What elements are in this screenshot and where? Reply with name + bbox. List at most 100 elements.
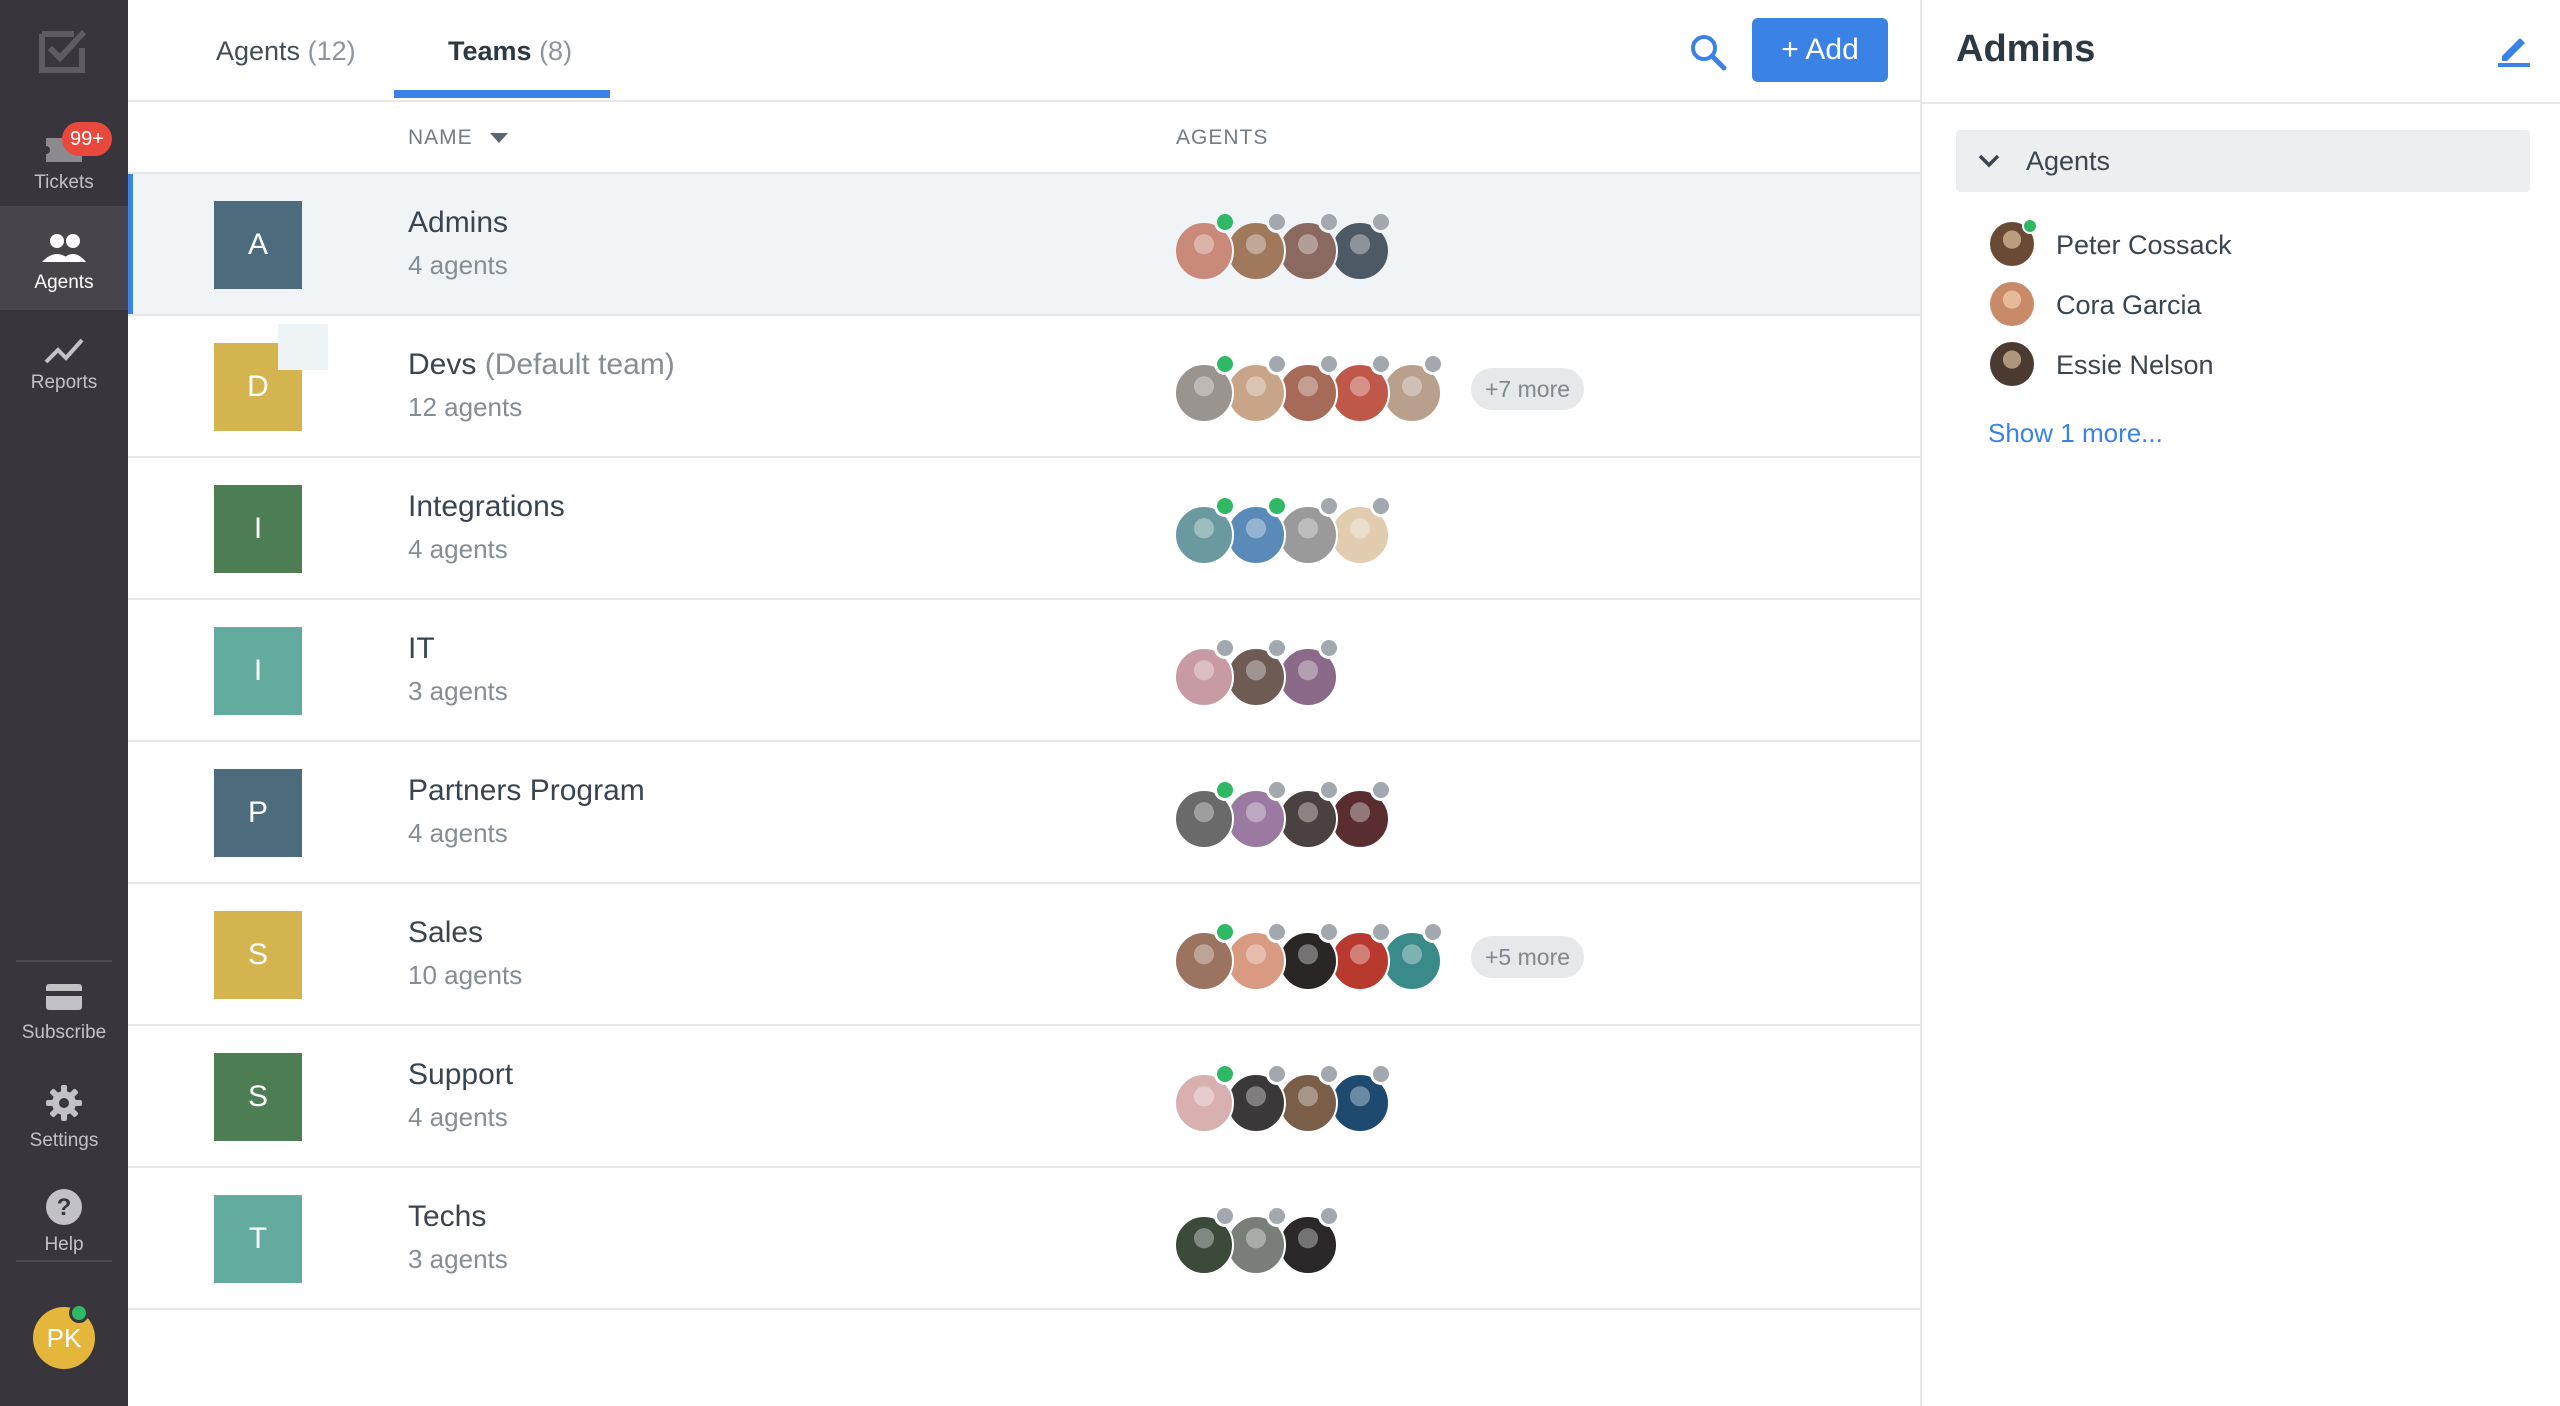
team-name-text: Support [408,1058,514,1091]
away-status-dot [1370,211,1392,233]
team-name-text: Partners Program [408,774,645,807]
away-status-dot [1266,637,1288,659]
default-team-note: (Default team) [484,348,675,381]
nav-label-settings: Settings [29,1130,99,1151]
team-row[interactable]: D Devs (Default team) 12 agents +7 more [128,316,1920,458]
team-row[interactable]: T Techs 3 agents [128,1168,1920,1310]
nav-item-help[interactable]: ? Help [0,1180,128,1284]
nav-label-tickets: Tickets [34,172,94,193]
online-status-dot [1214,353,1236,375]
agents-icon [42,234,86,262]
show-more-link[interactable]: Show 1 more... [1988,418,2163,449]
away-status-dot [1318,779,1340,801]
member-avatar [1990,342,2034,386]
nav-label-subscribe: Subscribe [21,1022,107,1043]
search-icon[interactable] [1688,32,1728,72]
tab-teams[interactable]: Teams (8) [448,0,572,100]
away-status-dot [1318,637,1340,659]
column-name-label: NAME [408,126,473,149]
team-row[interactable]: P Partners Program 4 agents [128,742,1920,884]
team-name-text: Sales [408,916,484,949]
team-row[interactable]: I IT 3 agents [128,600,1920,742]
tab-bar: Agents (12) Teams (8) + Add [128,0,1920,102]
team-name: Partners Program [408,774,645,808]
away-status-dot [1422,921,1444,943]
away-status-dot [1318,495,1340,517]
panel-divider [1922,102,2560,104]
team-initial-tile: S [214,1053,302,1141]
member-name: Cora Garcia [2056,290,2202,320]
more-agents-badge[interactable]: +5 more [1471,936,1585,978]
nav-divider-bottom [16,1260,112,1262]
add-team-button[interactable]: + Add [1752,18,1888,82]
team-name-text: Integrations [408,490,565,523]
member-name: Peter Cossack [2056,230,2232,260]
away-status-dot [1370,1063,1392,1085]
member-avatar [1990,282,2034,326]
more-agents-badge[interactable]: +7 more [1471,368,1585,410]
away-status-dot [1370,779,1392,801]
team-name: Integrations [408,490,565,524]
online-status-dot [1214,1063,1236,1085]
away-status-dot [1266,921,1288,943]
team-row[interactable]: S Sales 10 agents +5 more [128,884,1920,1026]
team-row[interactable]: S Support 4 agents [128,1026,1920,1168]
tab-agents[interactable]: Agents (12) [216,0,356,100]
online-status-dot [2022,218,2038,234]
team-agent-count: 3 agents [408,1244,508,1274]
away-status-dot [1266,1063,1288,1085]
team-agent-count: 3 agents [408,676,508,706]
help-icon: ? [46,1189,82,1225]
column-header-name[interactable]: NAME [408,126,508,150]
away-status-dot [1318,1205,1340,1227]
app-logo-icon[interactable] [38,28,90,74]
team-name: Support [408,1058,513,1092]
team-agent-count: 10 agents [408,960,523,990]
away-status-dot [1266,353,1288,375]
reports-icon [44,338,84,364]
agents-section-header[interactable]: Agents [1956,130,2530,192]
member-name: Essie Nelson [2056,350,2214,380]
edit-pencil-icon[interactable] [2494,28,2534,68]
team-detail-panel: Admins Agents Peter Cossack Cora Garcia Es… [1920,0,2560,1406]
online-status-dot [1214,495,1236,517]
team-initial-tile: I [214,627,302,715]
user-online-status [69,1303,89,1323]
nav-item-settings[interactable]: Settings [0,1076,128,1180]
online-status-dot [1214,211,1236,233]
chevron-down-icon [1978,154,2000,168]
team-row[interactable]: A Admins 4 agents [128,174,1920,316]
team-row[interactable]: I Integrations 4 agents [128,458,1920,600]
team-initial-tile: A [214,201,302,289]
team-initial-tile: S [214,911,302,999]
nav-item-reports[interactable]: Reports [0,312,128,416]
svg-text:?: ? [57,1194,72,1221]
team-name-text: Admins [408,206,509,239]
teams-main: Agents (12) Teams (8) + Add NAME AGENTS … [128,0,1920,1406]
nav-divider [16,960,112,962]
tab-agents-label: Agents [216,36,301,66]
sidebar-nav: Tickets 99+ Agents Reports Subscribe Set… [0,0,128,1406]
away-status-dot [1370,495,1392,517]
active-tab-indicator [394,90,610,98]
team-agent-count: 4 agents [408,250,508,280]
team-name-text: Techs [408,1200,487,1233]
team-initial-tile: P [214,769,302,857]
nav-label-agents: Agents [34,272,94,293]
teams-list: A Admins 4 agents D Devs (Default team) 12 ag… [128,174,1920,1310]
panel-title: Admins [1956,28,2096,70]
agents-section-label: Agents [2026,146,2111,176]
table-header: NAME AGENTS [128,104,1920,174]
nav-label-help: Help [44,1234,84,1255]
team-name: IT [408,632,435,666]
team-agent-count: 4 agents [408,1102,508,1132]
tab-teams-count: (8) [539,36,573,66]
nav-item-agents[interactable]: Agents [0,206,128,310]
nav-label-reports: Reports [30,372,98,393]
away-status-dot [1214,1205,1236,1227]
online-status-dot [1266,495,1288,517]
tab-teams-label: Teams [448,36,532,66]
nav-item-subscribe[interactable]: Subscribe [0,972,128,1076]
team-name: Devs (Default team) [408,348,675,382]
away-status-dot [1318,1063,1340,1085]
